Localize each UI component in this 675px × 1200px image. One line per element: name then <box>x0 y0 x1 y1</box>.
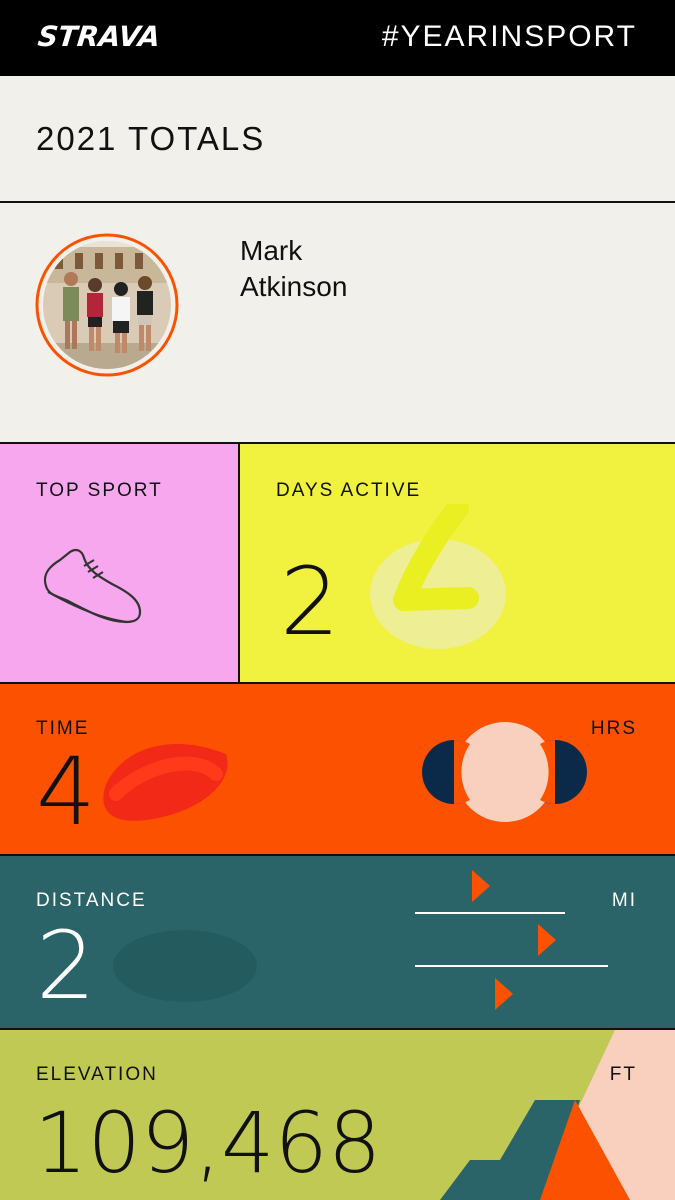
profile-section: Mark Atkinson <box>0 203 675 444</box>
mountain-graphic <box>440 1030 675 1200</box>
redaction-smudge <box>113 930 257 1002</box>
year-in-sport-hashtag: #YEARINSPORT <box>381 20 637 53</box>
time-card: TIME HRS 4 <box>0 684 675 856</box>
athlete-first-name: Mark <box>240 235 303 266</box>
elevation-unit: FT <box>609 1064 637 1085</box>
athlete-name: Mark Atkinson <box>240 233 347 305</box>
days-active-card: DAYS ACTIVE 2 <box>240 444 675 682</box>
sport-days-row: TOP SPORT DAYS ACTIVE 2 <box>0 444 675 684</box>
strava-logo: STRAVA <box>36 20 162 53</box>
time-unit: HRS <box>590 718 637 739</box>
circles-graphic <box>422 722 587 822</box>
avatar <box>35 233 179 377</box>
time-label: TIME <box>36 718 90 739</box>
redaction-scribble <box>103 744 228 821</box>
elevation-label: ELEVATION <box>36 1064 158 1085</box>
redaction-scribble <box>370 504 506 649</box>
top-sport-label: TOP SPORT <box>36 480 163 501</box>
days-active-label: DAYS ACTIVE <box>276 480 422 501</box>
athlete-last-name: Atkinson <box>240 271 348 302</box>
distance-card: DISTANCE MI 2 <box>0 856 675 1030</box>
top-bar: STRAVA #YEARINSPORT <box>0 0 675 76</box>
distance-label: DISTANCE <box>36 890 147 911</box>
distance-value: 2 <box>36 912 96 1021</box>
elevation-card: ELEVATION FT 109,468 <box>0 1030 675 1200</box>
elevation-value: 109,468 <box>34 1094 382 1192</box>
page-title: 2021 TOTALS <box>36 120 266 157</box>
running-shoe-icon <box>43 548 142 624</box>
totals-header: 2021 TOTALS <box>0 76 675 203</box>
arrows-graphic <box>415 870 608 1010</box>
top-sport-card: TOP SPORT <box>0 444 240 682</box>
days-active-value: 2 <box>280 548 340 657</box>
